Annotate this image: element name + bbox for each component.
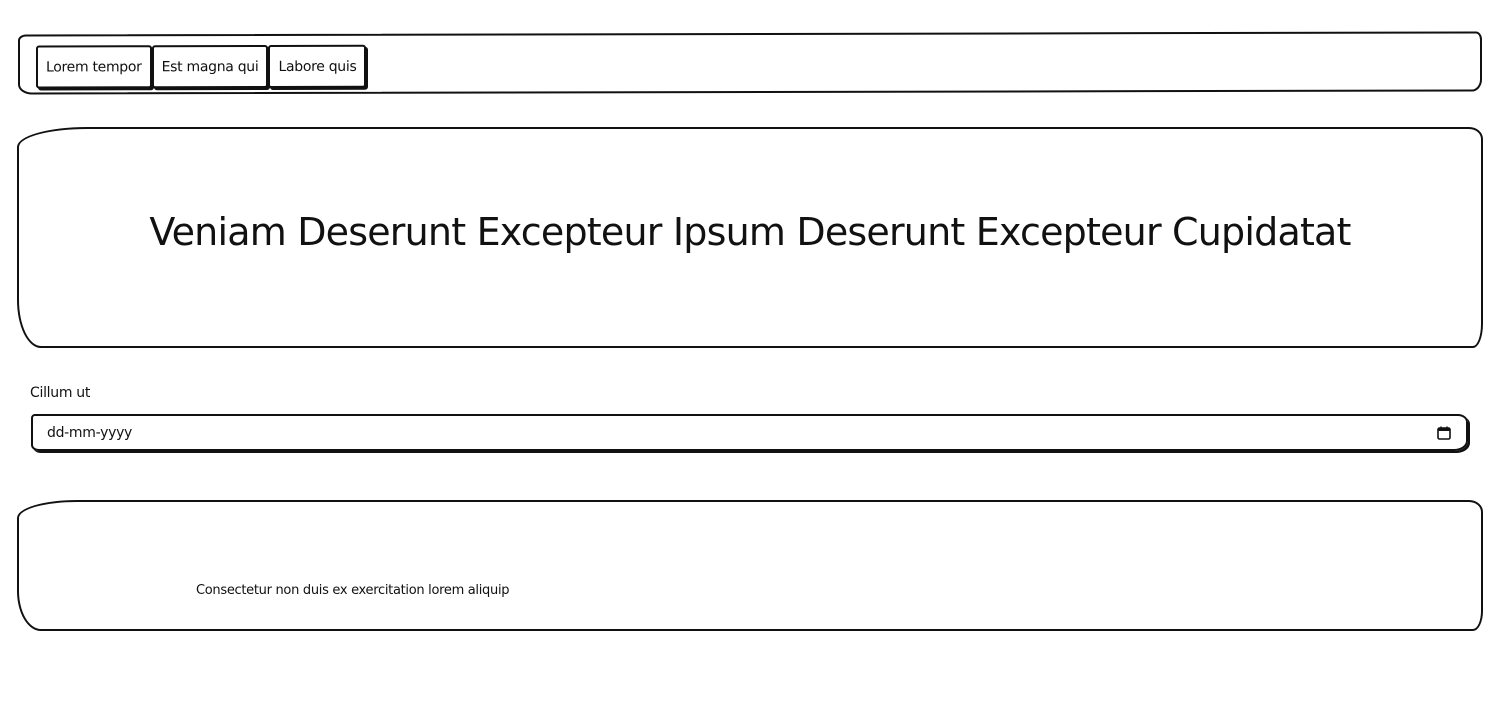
tab-label: Lorem tempor [46,58,142,75]
hero-title: Veniam Deserunt Excepteur Ipsum Deserunt… [149,209,1351,254]
date-input-placeholder: dd-mm-yyyy [47,424,133,441]
tab-label: Est magna qui [161,58,259,75]
tab-labore-quis[interactable]: Labore quis [268,44,367,89]
card-text: Consectetur non duis ex exercitation lor… [196,583,510,598]
calendar-icon[interactable] [1436,425,1452,441]
text-card: Consectetur non duis ex exercitation lor… [17,500,1483,631]
hero-banner: Veniam Deserunt Excepteur Ipsum Deserunt… [17,127,1483,348]
page: Lorem tempor Est magna qui Labore quis V… [0,0,1500,720]
date-input[interactable]: dd-mm-yyyy [31,414,1468,451]
tab-bar: Lorem tempor Est magna qui Labore quis [18,31,1482,95]
tab-list: Lorem tempor Est magna qui Labore quis [36,44,367,89]
tab-label: Labore quis [278,58,357,75]
tab-lorem-tempor[interactable]: Lorem tempor [36,45,152,89]
date-field-label: Cillum ut [30,385,91,401]
tab-est-magna-qui[interactable]: Est magna qui [151,45,269,89]
